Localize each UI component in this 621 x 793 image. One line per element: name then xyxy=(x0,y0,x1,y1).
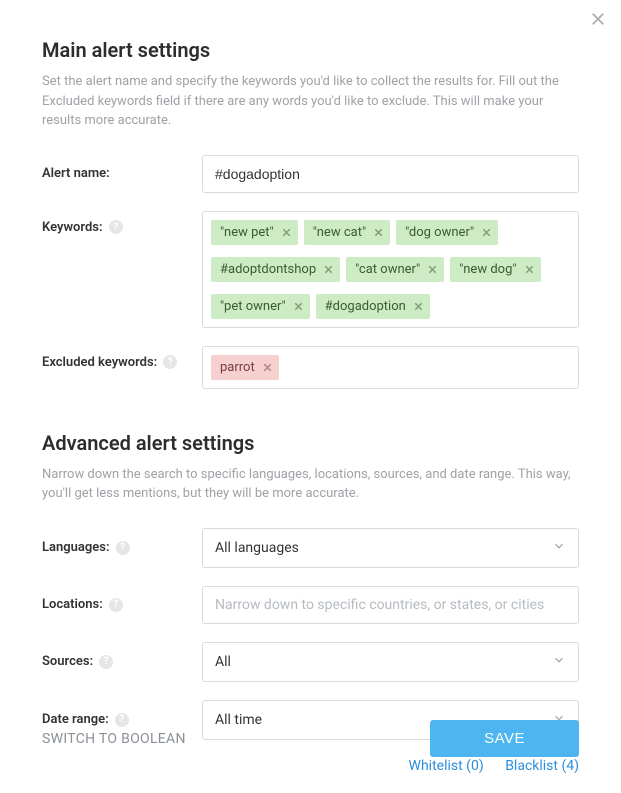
save-button[interactable]: SAVE xyxy=(430,720,579,757)
tag-label: "new dog" xyxy=(459,262,516,277)
locations-placeholder: Narrow down to specific countries, or st… xyxy=(215,597,544,613)
sources-value: All xyxy=(215,654,231,670)
remove-tag-icon[interactable] xyxy=(281,227,292,238)
keyword-tag: #dogadoption xyxy=(316,294,430,319)
close-icon xyxy=(589,10,607,28)
excluded-keywords-label: Excluded keywords: xyxy=(42,355,157,370)
tag-label: "new cat" xyxy=(313,225,366,240)
help-icon[interactable]: ? xyxy=(116,541,130,555)
keywords-label: Keywords: xyxy=(42,220,103,235)
languages-select[interactable]: All languages xyxy=(202,528,579,568)
remove-tag-icon[interactable] xyxy=(524,264,535,275)
advanced-settings-description: Narrow down the search to specific langu… xyxy=(42,465,579,504)
locations-label: Locations: xyxy=(42,597,103,612)
keyword-tag: "new dog" xyxy=(450,257,540,282)
remove-tag-icon[interactable] xyxy=(323,264,334,275)
keyword-tag: parrot xyxy=(211,355,279,380)
tag-label: "dog owner" xyxy=(405,225,474,240)
main-settings-title: Main alert settings xyxy=(42,38,579,62)
help-icon[interactable]: ? xyxy=(99,655,113,669)
languages-label: Languages: xyxy=(42,540,110,555)
help-icon[interactable]: ? xyxy=(109,598,123,612)
excluded-keywords-input[interactable]: parrot xyxy=(202,346,579,389)
help-icon[interactable]: ? xyxy=(163,355,177,369)
tag-label: #adoptdontshop xyxy=(220,262,316,277)
keyword-tag: "new pet" xyxy=(211,220,298,245)
chevron-down-icon xyxy=(552,653,566,671)
keywords-input[interactable]: "new pet" "new cat" "dog owner" #adoptdonts… xyxy=(202,211,579,328)
languages-value: All languages xyxy=(215,540,299,556)
tag-label: "new pet" xyxy=(220,225,274,240)
keyword-tag: #adoptdontshop xyxy=(211,257,340,282)
keyword-tag: "dog owner" xyxy=(396,220,498,245)
remove-tag-icon[interactable] xyxy=(293,301,304,312)
close-button[interactable] xyxy=(589,10,607,32)
alert-name-input[interactable] xyxy=(202,155,579,193)
keyword-tag: "cat owner" xyxy=(346,257,444,282)
keyword-tag: "pet owner" xyxy=(211,294,310,319)
tag-label: parrot xyxy=(220,360,255,375)
remove-tag-icon[interactable] xyxy=(262,362,273,373)
sources-label: Sources: xyxy=(42,654,93,669)
tag-label: "pet owner" xyxy=(220,299,286,314)
keyword-tag: "new cat" xyxy=(304,220,390,245)
help-icon[interactable]: ? xyxy=(109,220,123,234)
main-settings-description: Set the alert name and specify the keywo… xyxy=(42,72,579,131)
tag-label: "cat owner" xyxy=(355,262,420,277)
whitelist-link[interactable]: Whitelist (0) xyxy=(409,758,484,774)
tag-label: #dogadoption xyxy=(325,299,406,314)
alert-name-label: Alert name: xyxy=(42,166,110,181)
blacklist-link[interactable]: Blacklist (4) xyxy=(505,758,579,774)
chevron-down-icon xyxy=(552,539,566,557)
sources-select[interactable]: All xyxy=(202,642,579,682)
locations-input[interactable]: Narrow down to specific countries, or st… xyxy=(202,586,579,624)
remove-tag-icon[interactable] xyxy=(481,227,492,238)
switch-to-boolean-link[interactable]: SWITCH TO BOOLEAN xyxy=(42,731,186,747)
advanced-settings-title: Advanced alert settings xyxy=(42,431,579,455)
remove-tag-icon[interactable] xyxy=(427,264,438,275)
remove-tag-icon[interactable] xyxy=(373,227,384,238)
remove-tag-icon[interactable] xyxy=(413,301,424,312)
